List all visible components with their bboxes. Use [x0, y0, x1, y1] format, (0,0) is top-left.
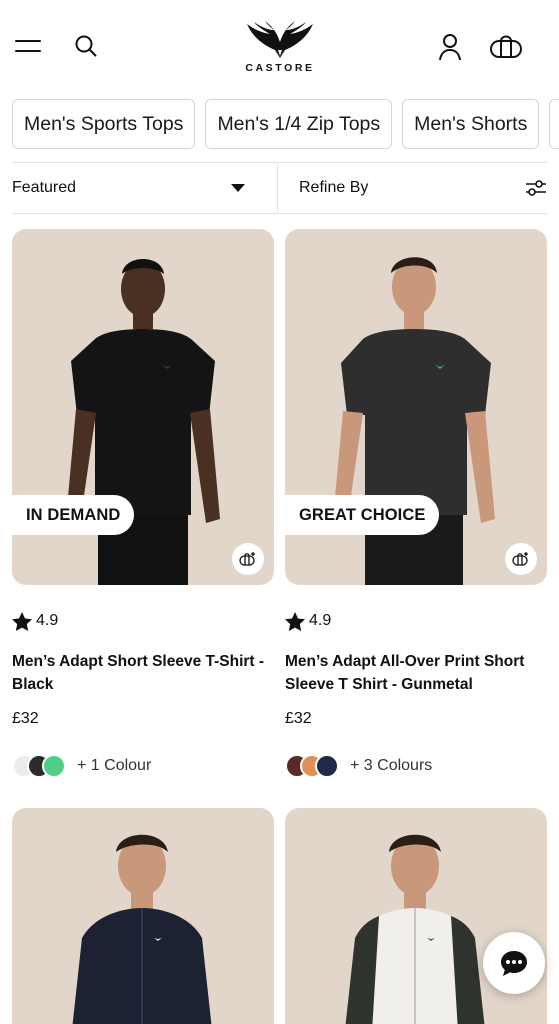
chip-sports-tops[interactable]: Men's Sports Tops	[12, 99, 196, 149]
castore-wings-icon	[247, 21, 313, 58]
category-chips: Men's Sports Tops Men's 1/4 Zip Tops Men…	[12, 99, 559, 149]
caret-down-icon	[231, 184, 245, 192]
chip-shorts[interactable]: Men's Shorts	[402, 99, 540, 149]
add-to-bag-icon	[512, 552, 528, 566]
chip-quarter-zip-tops[interactable]: Men's 1/4 Zip Tops	[205, 99, 393, 149]
more-colours-label[interactable]: + 3 Colours	[350, 757, 432, 775]
brand-name: CASTORE	[245, 62, 315, 74]
star-icon	[285, 611, 305, 631]
bag-icon[interactable]	[486, 30, 526, 64]
menu-icon[interactable]	[12, 30, 44, 62]
sort-dropdown[interactable]: Featured	[12, 163, 278, 213]
product-price: £32	[12, 710, 39, 727]
star-icon	[12, 611, 32, 631]
model-jacket-navy-image	[72, 834, 212, 1024]
more-colours-label[interactable]: + 1 Colour	[77, 757, 151, 775]
search-icon[interactable]	[70, 30, 102, 62]
quick-add-button[interactable]	[232, 543, 264, 575]
divider	[12, 213, 547, 214]
product-badge: GREAT CHOICE	[285, 495, 440, 535]
product-badge: IN DEMAND	[12, 495, 135, 535]
color-swatch[interactable]	[315, 754, 339, 778]
filter-sliders-icon	[526, 180, 546, 196]
product-image[interactable]: GREAT CHOICE	[285, 229, 547, 585]
sort-refine-bar: Featured Refine By	[12, 163, 547, 213]
product-price: £32	[285, 710, 312, 727]
refine-button[interactable]: Refine By	[278, 163, 547, 213]
quick-add-button[interactable]	[505, 543, 537, 575]
site-header: CASTORE	[0, 0, 559, 92]
account-icon[interactable]	[434, 30, 466, 64]
sort-label: Featured	[12, 179, 77, 196]
product-name[interactable]: Men’s Adapt All-Over Print Short Sleeve …	[285, 650, 547, 696]
product-rating: 4.9	[12, 611, 274, 631]
refine-label: Refine By	[299, 179, 369, 196]
product-image[interactable]	[12, 808, 274, 1024]
add-to-bag-icon	[239, 552, 255, 566]
product-image[interactable]: IN DEMAND	[12, 229, 274, 585]
chat-bubble-icon	[501, 951, 527, 976]
chip-more[interactable]	[549, 99, 559, 149]
product-name[interactable]: Men’s Adapt Short Sleeve T-Shirt - Black	[12, 650, 274, 696]
brand-logo[interactable]: CASTORE	[235, 20, 325, 82]
product-info: 4.9 Men’s Adapt Short Sleeve T-Shirt - B…	[12, 611, 274, 778]
product-info: 4.9 Men’s Adapt All-Over Print Short Sle…	[285, 611, 547, 778]
rating-value: 4.9	[36, 612, 59, 629]
chat-button[interactable]	[483, 932, 545, 994]
product-rating: 4.9	[285, 611, 547, 631]
rating-value: 4.9	[309, 612, 332, 629]
color-swatches: + 3 Colours	[285, 754, 547, 778]
color-swatch[interactable]	[42, 754, 66, 778]
color-swatches: + 1 Colour	[12, 754, 274, 778]
